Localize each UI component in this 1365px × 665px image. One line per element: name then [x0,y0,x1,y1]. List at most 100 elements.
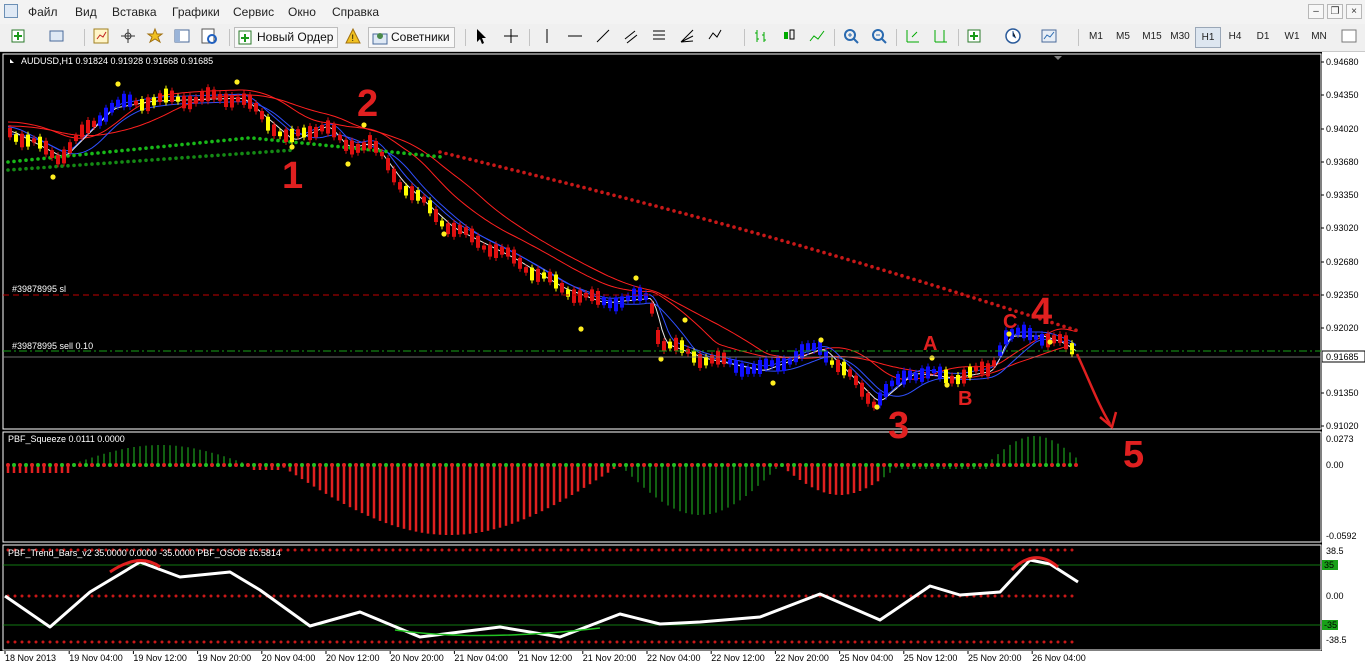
new-chart-icon[interactable] [8,27,30,48]
candle-body [602,297,606,306]
osc-dot-top [377,548,381,552]
restore-icon[interactable]: ❐ [1327,4,1343,19]
osc-dot-bot [475,640,479,644]
menu-view[interactable]: Вид [75,5,97,19]
dot-red [864,263,868,267]
navigator-icon[interactable] [117,27,139,48]
menu-charts[interactable]: Графики [172,5,220,19]
advisors-button[interactable]: Советники [368,27,455,48]
close-icon[interactable]: × [1346,4,1362,19]
osc-dot-top [1000,548,1004,552]
candle-body [254,103,258,112]
market-watch-icon[interactable] [90,27,112,48]
timeframe-m15[interactable]: M15 [1139,27,1165,48]
candlestick-chart-icon[interactable] [778,27,800,48]
osc-dot-bot [69,640,73,644]
candle-body [614,297,618,312]
dot-red [780,238,784,243]
fractal-dot [234,79,240,85]
chart-canvas[interactable]: 0.94680 0.94350 0.94020 0.93680 0.93350 0.930… [0,52,1365,665]
alert-icon[interactable]: ! [342,27,364,48]
dot-red [816,249,820,253]
squeeze-dot [888,463,892,467]
osc-dot-mid [846,594,850,598]
zoom-out-icon[interactable] [868,27,890,48]
dot-red [984,299,988,304]
chart-window[interactable]: 0.94680 0.94350 0.94020 0.93680 0.93350 0.930… [0,52,1365,665]
tester-icon[interactable] [198,27,220,48]
timeframe-h1[interactable]: H1 [1195,27,1221,48]
osc-dot-bot [944,640,948,644]
toolbar-overflow-icon[interactable] [1338,27,1360,48]
osc-dot-bot [503,640,507,644]
osc-dot-top [440,548,444,552]
vertical-line-icon[interactable] [536,27,558,48]
osc-dot-mid [1014,594,1018,598]
trendline-icon[interactable] [592,27,614,48]
bar-chart-icon[interactable] [750,27,772,48]
osc-dot-top [846,548,850,552]
line-chart-icon[interactable] [806,27,828,48]
templates-icon[interactable] [1038,27,1060,48]
osc-dot-top [951,548,955,552]
candle-body [986,363,990,377]
squeeze-dot [420,463,424,467]
profiles-icon[interactable] [46,27,68,48]
timeframe-m30[interactable]: M30 [1167,27,1193,48]
dot-green-dark [234,152,238,156]
shapes-icon[interactable] [704,27,726,48]
candle-body [482,245,486,250]
menu-insert[interactable]: Вставка [112,5,157,19]
horizontal-line-icon[interactable] [564,27,586,48]
menu-tools[interactable]: Сервис [233,5,274,19]
fractal-dot [633,275,639,281]
osc-dot-top [363,548,367,552]
menu-file[interactable]: Файл [28,5,58,19]
osc-dot-bot [181,640,185,644]
dot-green-dark [54,164,58,169]
fibonacci-fan-icon[interactable] [676,27,698,48]
equidistant-channel-icon[interactable] [620,27,642,48]
new-order-label: Новый Ордер [257,30,334,44]
dot-red [546,176,550,181]
timeframe-d1[interactable]: D1 [1250,27,1276,48]
timeframe-h4[interactable]: H4 [1222,27,1248,48]
timeframe-w1[interactable]: W1 [1279,27,1305,48]
fibonacci-icon[interactable] [648,27,670,48]
new-order-button[interactable]: Новый Ордер [234,27,339,48]
timeframe-m5[interactable]: M5 [1110,27,1136,48]
favorites-icon[interactable] [144,27,166,48]
squeeze-dot [732,463,736,467]
osc-dot-top [650,548,654,552]
periods-icon[interactable] [1002,27,1024,48]
timeframe-mn[interactable]: MN [1306,27,1332,48]
candle-body [1058,334,1062,343]
candle-body [908,370,912,380]
dot-green [420,153,424,157]
menu-window[interactable]: Окно [288,5,316,19]
menu-help[interactable]: Справка [332,5,379,19]
osc-dot-mid [531,594,535,598]
minimize-icon[interactable]: – [1308,4,1324,19]
autoscroll-icon[interactable] [902,27,924,48]
cursor-icon[interactable] [470,27,492,48]
terminal-icon[interactable] [171,27,193,48]
candle-body [722,352,726,365]
candle-body [596,291,600,305]
osc-dot-mid [671,594,675,598]
osc-dot-bot [419,640,423,644]
osc-dot-mid [1000,594,1004,598]
crosshair-icon[interactable] [500,27,522,48]
squeeze-dot [66,463,70,467]
osc-dot-bot [202,640,206,644]
indicators-icon[interactable] [964,27,986,48]
dot-green [240,136,244,141]
timeframe-m1[interactable]: M1 [1083,27,1109,48]
zoom-in-icon[interactable] [840,27,862,48]
osc-dot-bot [727,640,731,644]
dot-red [450,153,454,157]
osc-dot-top [685,548,689,552]
chart-shift-icon[interactable] [930,27,952,48]
osc-dot-bot [580,640,584,644]
osc-dot-bot [405,640,409,644]
